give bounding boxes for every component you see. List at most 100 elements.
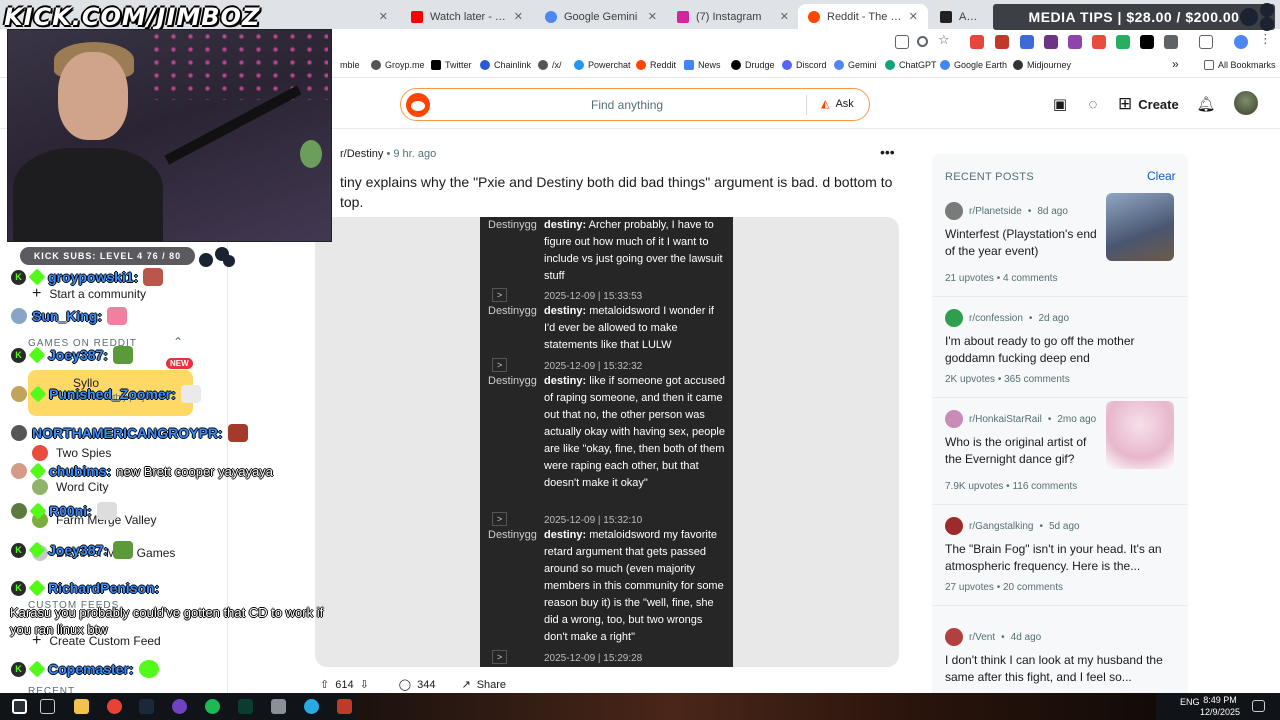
close-tab-icon[interactable]: ✕	[648, 10, 657, 23]
chrome-icon[interactable]	[107, 699, 122, 714]
game-two-spies[interactable]: Two Spies	[32, 445, 111, 461]
all-bookmarks[interactable]: All Bookmarks	[1204, 60, 1276, 70]
search-bar[interactable]: Find anything ◭ Ask	[400, 88, 870, 121]
post-thumbnail	[1106, 401, 1174, 469]
game-icon	[32, 445, 48, 461]
advertise-icon[interactable]: ▣	[1050, 94, 1070, 114]
sub-badge-icon	[28, 268, 46, 286]
emote	[180, 385, 201, 403]
extension-icon[interactable]	[1068, 35, 1082, 49]
extension-icon[interactable]	[1092, 35, 1106, 49]
steam-icon[interactable]	[139, 699, 154, 714]
sub-badge-icon	[28, 541, 46, 559]
close-tab-icon[interactable]: ✕	[514, 10, 523, 23]
gemini-icon	[545, 10, 557, 23]
profile-icon[interactable]	[1234, 35, 1248, 49]
expand-arrow-icon: >	[492, 650, 508, 664]
subreddit-link[interactable]: r/Destiny	[340, 148, 383, 160]
reddit-icon	[636, 60, 646, 70]
extension-icon[interactable]	[1020, 35, 1034, 49]
bookmark[interactable]: Groyp.me	[371, 60, 425, 70]
folder-icon	[1204, 60, 1214, 70]
browser-tab-active[interactable]: Reddit - The heart of th✕	[798, 4, 928, 29]
bookmark-star-icon[interactable]: ☆	[938, 32, 952, 47]
menu-kebab-icon[interactable]: ⋮	[1259, 31, 1273, 46]
extensions-puzzle-icon[interactable]	[1164, 35, 1178, 49]
share-button[interactable]: ↗ Share	[461, 678, 506, 692]
chat-icon[interactable]: ◌	[1083, 94, 1103, 114]
powerchat-icon	[574, 60, 584, 70]
emote	[143, 268, 164, 286]
clear-recent-button[interactable]: Clear	[1147, 169, 1176, 183]
extension-icon[interactable]	[970, 35, 984, 49]
chat-message-text: Karasu you probably could've gotten that…	[10, 605, 324, 637]
bookmark[interactable]: mble	[340, 60, 360, 70]
chat-message: chubims: new Brett cooper yayayaya	[11, 462, 273, 480]
system-clock[interactable]: 8:49 PM 12/9/2025	[1200, 694, 1240, 718]
chat-message: K Copemaster:	[11, 660, 159, 678]
extension-icon[interactable]	[1044, 35, 1058, 49]
search-placeholder[interactable]: Find anything	[591, 98, 663, 112]
browser-tab[interactable]: ✕	[330, 4, 398, 29]
kick-badge-icon: K	[11, 347, 26, 363]
user-avatar[interactable]	[1234, 91, 1258, 115]
browser-tab[interactable]: Watch later - YouTube✕	[401, 4, 533, 29]
bookmark[interactable]: Discord	[782, 60, 827, 70]
extension-icon[interactable]	[1116, 35, 1130, 49]
spotify-icon[interactable]	[205, 699, 220, 714]
post-media-gallery[interactable]: Destinygg destiny: Archer probably, I ha…	[315, 217, 899, 667]
task-view-icon[interactable]	[40, 699, 55, 714]
game-word-city[interactable]: Word City	[32, 479, 108, 495]
bookmark[interactable]: Chainlink	[480, 60, 531, 70]
bookmark[interactable]: /x/	[538, 60, 562, 70]
windows-start-icon[interactable]	[12, 699, 27, 714]
browser-tab[interactable]: Google Gemini ✕	[535, 4, 667, 29]
subreddit-icon	[945, 517, 963, 535]
language-indicator[interactable]: ENG	[1180, 697, 1200, 707]
bookmark[interactable]: Twitter	[431, 60, 472, 70]
more-bookmarks-chevron[interactable]: »	[1172, 57, 1179, 71]
bookmark[interactable]: Drudge	[731, 60, 775, 70]
terminal-icon[interactable]	[238, 699, 253, 714]
notification-icon[interactable]	[1252, 700, 1265, 712]
x-extension-icon[interactable]	[1140, 35, 1154, 49]
close-tab-icon[interactable]: ✕	[780, 10, 789, 23]
post-overflow-menu-icon[interactable]: •••	[880, 144, 895, 160]
youtube-icon	[411, 10, 423, 23]
notification-bell-icon[interactable]: 🔔︎	[1196, 94, 1216, 114]
file-explorer-icon[interactable]	[74, 699, 89, 714]
telegram-icon[interactable]	[304, 699, 319, 714]
close-tab-icon[interactable]: ✕	[909, 10, 918, 23]
bookmark[interactable]: Gemini	[834, 60, 877, 70]
start-community-link[interactable]: + Start a community	[32, 285, 146, 303]
bookmark[interactable]: Powerchat	[574, 60, 631, 70]
post-title: tiny explains why the "Pxie and Destiny …	[340, 174, 893, 210]
close-tab-icon[interactable]: ✕	[379, 10, 388, 23]
chat-message: K Joey387:	[11, 541, 133, 559]
app-icon[interactable]	[337, 699, 352, 714]
comments-button[interactable]: ◯ 344	[399, 678, 436, 692]
side-panel-icon[interactable]	[1199, 35, 1213, 49]
app-icon[interactable]	[172, 699, 187, 714]
zoom-icon[interactable]	[917, 36, 928, 47]
chainlink-icon	[480, 60, 490, 70]
subreddit-icon	[945, 309, 963, 327]
bookmark[interactable]: News	[684, 60, 721, 70]
browser-tab[interactable]: (7) Instagram ✕	[667, 4, 799, 29]
browser-tab[interactable]: Aurax	[930, 4, 992, 29]
app-icon[interactable]	[271, 699, 286, 714]
upvote-icon[interactable]: ⇧	[320, 678, 329, 691]
ask-button[interactable]: ◭ Ask	[821, 97, 854, 111]
divider	[932, 605, 1188, 606]
downvote-icon[interactable]: ⇩	[360, 678, 369, 691]
extension-icon[interactable]	[995, 35, 1009, 49]
kick-subs-bar: KICK SUBS: LEVEL 4 76 / 80	[20, 247, 195, 265]
google-earth-icon	[940, 60, 950, 70]
bookmark[interactable]: Google Earth	[940, 60, 1007, 70]
install-icon[interactable]	[895, 35, 909, 49]
bookmark-icon	[538, 60, 548, 70]
bookmark[interactable]: ChatGPT	[885, 60, 937, 70]
bookmark[interactable]: Midjourney	[1013, 60, 1071, 70]
create-button[interactable]: ⊞ Create	[1118, 94, 1179, 114]
bookmark[interactable]: Reddit	[636, 60, 676, 70]
